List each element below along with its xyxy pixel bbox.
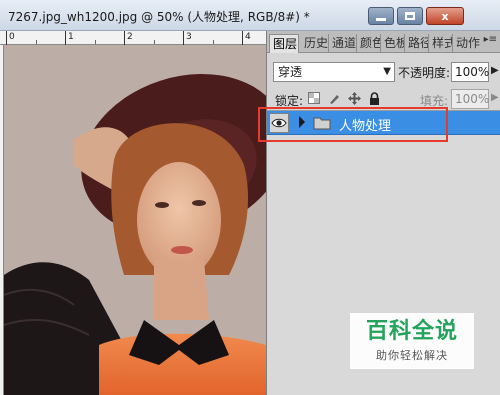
watermark-subtitle: 助你轻松解决: [376, 349, 448, 362]
ruler-label: 1: [65, 31, 74, 45]
minimize-button[interactable]: [368, 7, 394, 25]
blend-mode-select[interactable]: 穿透 ▼: [273, 62, 395, 82]
ruler-minor-tick: [95, 40, 96, 44]
lock-options: [307, 91, 381, 105]
ruler-label: 4: [242, 31, 251, 45]
close-button[interactable]: x: [426, 7, 464, 25]
lock-label: 锁定:: [275, 94, 304, 108]
watermark-logo: 百科全说 助你轻松解决: [350, 313, 474, 369]
lock-pixels-brush-icon[interactable]: [327, 91, 341, 105]
tab-paths[interactable]: 路径: [405, 34, 429, 53]
ruler-minor-tick: [213, 40, 214, 44]
tab-actions[interactable]: 动作: [453, 34, 483, 53]
portrait-photo: [4, 45, 266, 395]
lock-position-move-icon[interactable]: [347, 91, 361, 105]
document-title: 7267.jpg_wh1200.jpg @ 50% (人物处理, RGB/8#)…: [8, 10, 310, 24]
visibility-toggle[interactable]: [269, 113, 289, 133]
lock-transparent-icon[interactable]: [307, 91, 321, 105]
fill-label: 填充:: [420, 94, 449, 108]
window-controls: x: [368, 7, 464, 25]
fill-input[interactable]: 100%: [451, 89, 489, 109]
maximize-icon: [405, 12, 415, 20]
layer-name[interactable]: 人物处理: [339, 115, 391, 134]
ruler-label: 2: [124, 31, 133, 45]
lock-all-padlock-icon[interactable]: [367, 91, 381, 105]
tab-layers[interactable]: 图层: [269, 34, 299, 53]
ruler-label: 3: [183, 31, 192, 45]
ruler-minor-tick: [154, 40, 155, 44]
eye-icon: [271, 118, 287, 128]
ruler-minor-tick: [36, 40, 37, 44]
fill-slider-arrow-icon[interactable]: ▶: [491, 92, 499, 103]
document-canvas[interactable]: [4, 45, 266, 395]
layer-row-group[interactable]: 人物处理: [267, 111, 500, 135]
opacity-slider-arrow-icon[interactable]: ▶: [491, 65, 499, 76]
close-icon: x: [441, 9, 449, 23]
watermark-title: 百科全说: [365, 319, 458, 344]
tab-styles[interactable]: 样式: [429, 34, 453, 53]
opacity-input[interactable]: 100%: [451, 62, 489, 82]
maximize-button[interactable]: [397, 7, 423, 25]
horizontal-ruler[interactable]: 0 1 2 3 4: [0, 31, 270, 45]
chevron-down-icon: ▼: [383, 66, 391, 77]
tab-channels[interactable]: 通道: [329, 34, 357, 53]
minimize-icon: [376, 17, 386, 21]
panel-tab-bar: 图层 历史 通道 颜色 色板 路径 样式 动作 ▸≡: [267, 31, 500, 53]
tab-history[interactable]: 历史: [301, 34, 329, 53]
ruler-label: 0: [6, 31, 15, 45]
tab-color[interactable]: 颜色: [357, 34, 381, 53]
document-title-bar: 7267.jpg_wh1200.jpg @ 50% (人物处理, RGB/8#)…: [0, 0, 500, 31]
blend-mode-value: 穿透: [278, 65, 303, 79]
expand-triangle-icon[interactable]: [297, 115, 307, 129]
panel-menu-icon[interactable]: ▸≡: [484, 34, 497, 45]
tab-swatches[interactable]: 色板: [381, 34, 405, 53]
folder-icon: [313, 117, 331, 130]
opacity-label: 不透明度:: [398, 66, 451, 80]
